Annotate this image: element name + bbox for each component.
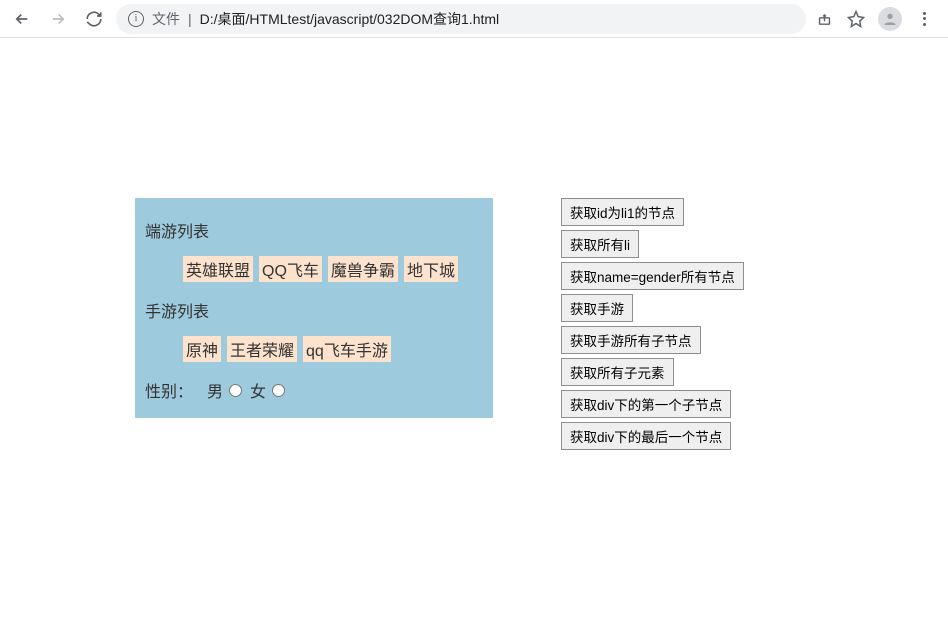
btn-get-all-li[interactable]: 获取所有li	[561, 230, 639, 258]
gender-female-radio[interactable]	[272, 384, 285, 397]
gender-row: 性别： 男 女	[135, 372, 493, 402]
forward-button[interactable]	[44, 5, 72, 33]
page-content: 端游列表 英雄联盟 QQ飞车 魔兽争霸 地下城 手游列表 原神 王者荣耀 qq飞…	[0, 38, 948, 450]
url-text: D:/桌面/HTMLtest/javascript/032DOM查询1.html	[200, 9, 794, 29]
share-icon[interactable]	[814, 9, 834, 29]
gender-male-radio[interactable]	[229, 384, 242, 397]
gender-label: 性别：	[145, 378, 193, 402]
list-item: 地下城	[404, 256, 458, 282]
toolbar-right	[814, 7, 940, 31]
mobile-games-title: 手游列表	[135, 292, 493, 332]
pc-games-title: 端游列表	[135, 212, 493, 252]
list-item: QQ飞车	[259, 256, 322, 282]
mobile-games-list: 原神 王者荣耀 qq飞车手游	[135, 332, 493, 372]
address-bar[interactable]: i 文件 | D:/桌面/HTMLtest/javascript/032DOM查…	[116, 4, 806, 34]
browser-toolbar: i 文件 | D:/桌面/HTMLtest/javascript/032DOM查…	[0, 0, 948, 38]
url-separator: |	[188, 11, 192, 27]
list-item: qq飞车手游	[303, 336, 391, 362]
pc-games-list: 英雄联盟 QQ飞车 魔兽争霸 地下城	[135, 252, 493, 292]
profile-avatar[interactable]	[878, 7, 902, 31]
right-panel: 获取id为li1的节点 获取所有li 获取name=gender所有节点 获取手…	[561, 198, 744, 450]
file-label: 文件	[152, 9, 180, 29]
btn-get-mobile-children[interactable]: 获取手游所有子节点	[561, 326, 701, 354]
btn-get-li1[interactable]: 获取id为li1的节点	[561, 198, 684, 226]
btn-get-last-child[interactable]: 获取div下的最后一个节点	[561, 422, 731, 450]
back-button[interactable]	[8, 5, 36, 33]
star-icon[interactable]	[846, 9, 866, 29]
info-icon: i	[128, 11, 144, 27]
list-item: 王者荣耀	[227, 336, 297, 362]
gender-male-label: 男	[207, 378, 223, 402]
gender-female-label: 女	[250, 378, 266, 402]
list-item: 英雄联盟	[183, 256, 253, 282]
btn-get-mobile[interactable]: 获取手游	[561, 294, 633, 322]
menu-button[interactable]	[914, 9, 934, 29]
list-item: 魔兽争霸	[328, 256, 398, 282]
btn-get-first-child[interactable]: 获取div下的第一个子节点	[561, 390, 731, 418]
list-item: 原神	[183, 336, 221, 362]
reload-button[interactable]	[80, 5, 108, 33]
btn-get-all-children[interactable]: 获取所有子元素	[561, 358, 674, 386]
left-panel: 端游列表 英雄联盟 QQ飞车 魔兽争霸 地下城 手游列表 原神 王者荣耀 qq飞…	[135, 198, 493, 418]
btn-get-gender-nodes[interactable]: 获取name=gender所有节点	[561, 262, 744, 290]
